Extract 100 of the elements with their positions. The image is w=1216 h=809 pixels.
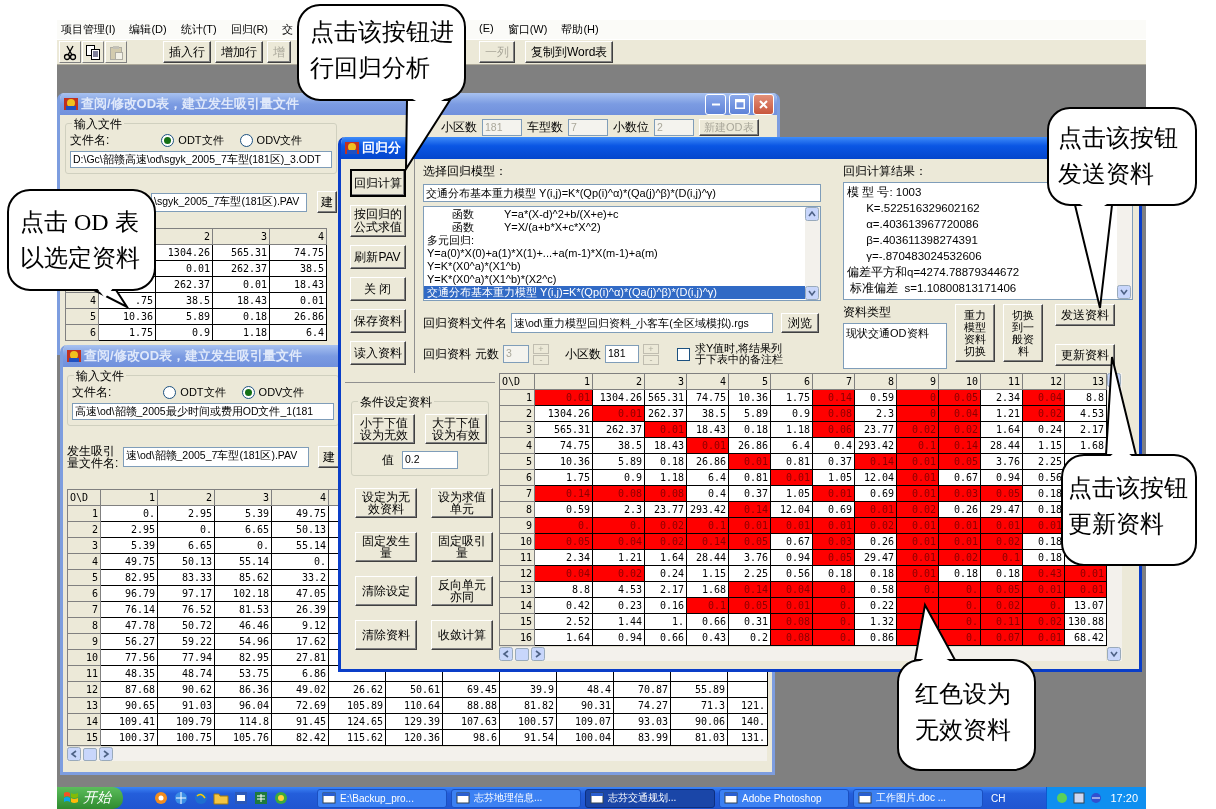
field-label: 文件名: <box>72 383 112 401</box>
file-path-field[interactable]: 高速\od\韶赣_2005最少时间或费用OD文件_1(181 <box>72 403 334 420</box>
tray-icon[interactable] <box>1089 791 1104 805</box>
menu-item[interactable]: 帮助(H) <box>561 22 599 37</box>
menu-item[interactable]: 窗口(W) <box>507 22 548 37</box>
folder-icon[interactable] <box>213 790 229 806</box>
number-field[interactable]: 181 <box>605 345 639 363</box>
field-label: 车型数 <box>527 118 563 136</box>
menu-item[interactable]: 回归(R) <box>230 22 268 37</box>
column-header: 1 <box>100 489 158 506</box>
file-path-field[interactable]: 速\od\重力模型回归资料_小客车(全区域模拟).rgs <box>511 313 773 333</box>
radio-button[interactable]: ODT文件 <box>161 132 224 148</box>
tray-icon[interactable] <box>1072 791 1087 805</box>
radio-button[interactable]: ODV文件 <box>241 384 305 400</box>
toolbar-button[interactable]: 插入行 <box>163 41 211 63</box>
close-button[interactable] <box>753 93 774 115</box>
action-button[interactable]: 反向单元亦同 <box>431 576 493 606</box>
action-button[interactable]: 关 闭 <box>349 277 406 301</box>
column-header: 6 <box>770 373 813 390</box>
build-button[interactable]: 建 <box>316 191 337 213</box>
callout-text: 点击该按钮更新资料 <box>1068 474 1189 539</box>
column-header: 3 <box>214 489 272 506</box>
browse-button[interactable]: 浏览 <box>781 313 819 333</box>
maximize-button[interactable] <box>729 93 750 115</box>
toolbar-button[interactable]: 复制到Word表 <box>525 41 614 63</box>
circle-icon[interactable] <box>153 790 169 806</box>
action-button[interactable]: 清除资料 <box>355 620 417 650</box>
action-button[interactable]: 回归计算 <box>349 169 406 197</box>
action-button[interactable]: 大于下值设为有效 <box>425 414 487 444</box>
ring-icon[interactable] <box>273 790 289 806</box>
menu-item[interactable]: 编辑(D) <box>129 22 167 37</box>
minimize-button[interactable] <box>705 93 726 115</box>
column-header: 2 <box>155 228 213 245</box>
window-title: 回归分 <box>362 139 401 157</box>
taskbar-button[interactable]: Adobe Photoshop <box>719 788 849 808</box>
file-path-field[interactable]: 速\od\韶赣_2005_7车型(181区).PAV <box>123 447 309 467</box>
switch-button[interactable]: 切换到一般资料 <box>1003 304 1043 362</box>
taskbar-button[interactable]: 工作图片.doc ... <box>853 788 983 808</box>
column-header: 5 <box>728 373 771 390</box>
file-path-field[interactable]: \sgyk_2005_7车型(181区).PAV <box>151 192 307 212</box>
globe-icon[interactable] <box>173 790 189 806</box>
toolbar-button[interactable] <box>82 41 104 63</box>
value-field[interactable]: 0.2 <box>402 451 458 469</box>
action-button[interactable]: 收敛计算 <box>431 620 493 650</box>
action-button[interactable]: 设为求值单元 <box>431 488 493 518</box>
model-field[interactable]: 交通分布基本重力模型 Y(i,j)=K*(Qp(i)^α)*(Qa(j)^β)*(D(i,j)^γ) <box>423 184 821 202</box>
build-button[interactable]: 建 <box>318 446 340 468</box>
list-item[interactable]: Y=K*(X0^a)*(X1^b) <box>424 260 805 273</box>
scroll-thumb[interactable] <box>83 747 97 761</box>
scrollbar[interactable] <box>67 746 767 761</box>
send-button[interactable]: 发送资料 <box>1055 304 1115 326</box>
window-icon <box>322 791 336 805</box>
language-indicator[interactable]: CH <box>991 792 1006 804</box>
action-button[interactable]: 固定吸引量 <box>431 532 493 562</box>
action-button[interactable]: 读入资料 <box>349 341 406 365</box>
document-icon[interactable] <box>233 790 249 806</box>
result-line: β=.403611398274391 <box>865 233 979 248</box>
action-button[interactable]: 按回归的公式求值 <box>349 205 406 237</box>
radio-button[interactable]: ODV文件 <box>239 132 303 148</box>
spreadsheet-icon[interactable] <box>253 790 269 806</box>
list-item[interactable]: 交通分布基本重力模型 Y(i,j)=K*(Qp(i)^α)*(Qa(j)^β)*(D(i,j)^γ) <box>424 286 805 299</box>
list-item[interactable]: Y=K*(X0^a)*(X1^b)*(X2^c) <box>424 273 805 286</box>
checkbox[interactable]: 求Y值时,将结果列于下表中的备注栏 <box>677 343 785 365</box>
field-label: 小区数 <box>565 345 601 363</box>
clock: 17:20 <box>1110 792 1138 804</box>
list-item[interactable]: Y=a(0)*X(0)+a(1)*X(1)+...+a(m-1)*X(m-1)+a(m) <box>424 247 805 260</box>
action-button[interactable]: 固定发生量 <box>355 532 417 562</box>
switch-button[interactable]: 重力模型资料切换 <box>955 304 995 362</box>
radio-button[interactable]: ODT文件 <box>163 384 226 400</box>
column-header: 2 <box>157 489 215 506</box>
file-path-field[interactable]: D:\Gc\韶赣高速\od\sgyk_2005_7车型(181区)_3.ODT <box>70 151 332 168</box>
taskbar-button[interactable]: 志芬地理信息... <box>451 788 581 808</box>
taskbar-button[interactable]: 志芬交通规划... <box>585 788 715 808</box>
window-icon <box>456 791 470 805</box>
scrollbar[interactable] <box>805 207 820 300</box>
list-item[interactable]: 多元回归: <box>424 234 805 247</box>
list-item[interactable]: 函数 Y=a*(X-d)^2+b/(X+e)+c <box>424 208 805 221</box>
toolbar-button[interactable] <box>59 41 81 63</box>
scrollbar[interactable] <box>499 646 1106 661</box>
result-line: 标准偏差 s=1.10800813171406 <box>849 281 1018 296</box>
taskbar-button[interactable]: E:\Backup_pro... <box>317 788 447 808</box>
result-line: γ=-.870483024532606 <box>865 249 983 264</box>
action-button[interactable]: 小于下值设为无效 <box>353 414 415 444</box>
action-button[interactable]: 刷新PAV <box>349 245 406 269</box>
action-button[interactable]: 设定为无效资料 <box>355 488 417 518</box>
update-button[interactable]: 更新资料 <box>1055 344 1115 366</box>
toolbar-button[interactable]: 增加行 <box>215 41 263 63</box>
window-icon <box>724 791 738 805</box>
action-button[interactable]: 保存资料 <box>349 309 406 333</box>
column-header: 7 <box>812 373 855 390</box>
list-item[interactable]: 函数 Y=X/(a+b*X+c*X^2) <box>424 221 805 234</box>
menu-item[interactable]: (E) <box>479 22 494 37</box>
app-icon <box>66 348 82 364</box>
menu-item[interactable]: 项目管理(I) <box>61 22 116 37</box>
scroll-thumb[interactable] <box>515 647 529 661</box>
action-button[interactable]: 清除设定 <box>355 576 417 606</box>
menu-item[interactable]: 统计(T) <box>180 22 217 37</box>
menu-item[interactable]: 交 <box>282 22 293 37</box>
globe-icon[interactable] <box>193 790 209 806</box>
column-header: 13 <box>1064 373 1107 390</box>
